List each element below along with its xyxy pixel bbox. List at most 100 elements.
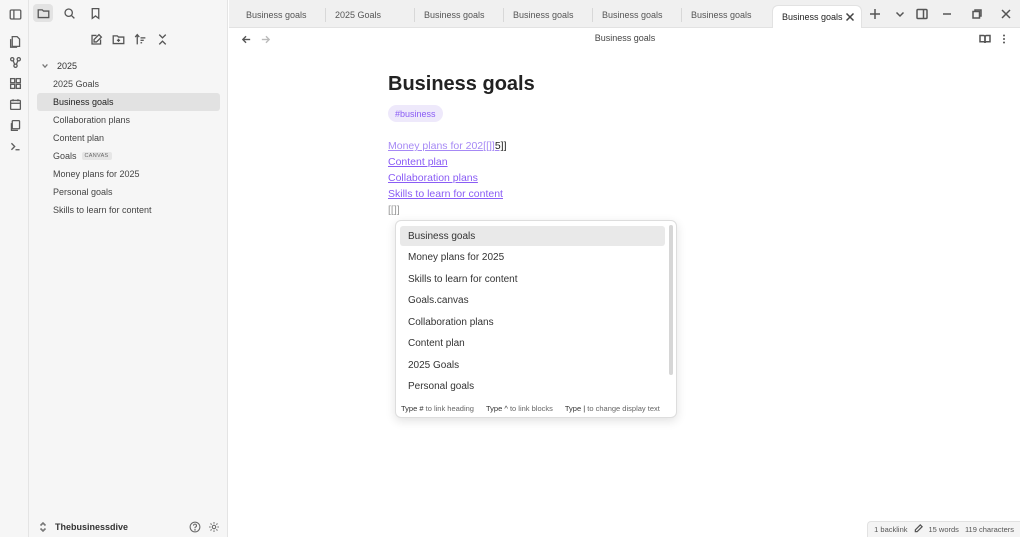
left-ribbon — [0, 0, 29, 537]
collapse-all-icon[interactable] — [155, 32, 169, 46]
templates-icon[interactable] — [7, 117, 23, 133]
new-folder-icon[interactable] — [111, 32, 125, 46]
instruction-heading: Type # to link heading — [401, 404, 474, 413]
suggestion-item[interactable]: Skills to learn for content — [400, 269, 665, 289]
link-input-brackets[interactable]: [[]] — [388, 204, 400, 216]
command-palette-icon[interactable] — [7, 138, 23, 154]
file-explorer-sidebar: 2025 2025 Goals Business goals Collabora… — [29, 0, 228, 537]
suggestion-item[interactable]: Personal goals — [400, 376, 665, 396]
folder-label: 2025 — [57, 61, 78, 71]
backlink-count[interactable]: 1 backlink — [874, 525, 907, 534]
link-suggestion-popup: Business goals Money plans for 2025 Skil… — [395, 220, 677, 418]
close-tab-icon[interactable] — [844, 11, 856, 23]
file-label: 2025 Goals — [53, 79, 100, 89]
status-bar: 1 backlink 15 words 119 characters — [867, 521, 1020, 537]
suggestion-item[interactable]: Goals.canvas — [400, 290, 665, 310]
file-explorer-actions — [89, 32, 169, 46]
tab-label: 2025 Goals — [335, 10, 382, 20]
tab-label: Business goals — [246, 10, 307, 20]
file-label: Business goals — [53, 97, 114, 107]
link-text: Money plans for 202 — [388, 140, 484, 152]
file-label: Content plan — [53, 133, 105, 143]
file-label: Money plans for 2025 — [53, 169, 140, 179]
link-tail: 5]] — [494, 140, 507, 152]
file-tree: 2025 2025 Goals Business goals Collabora… — [37, 57, 220, 219]
file-item-business-goals[interactable]: Business goals — [37, 93, 220, 111]
reading-view-book-icon[interactable] — [978, 32, 992, 46]
word-count: 15 words — [928, 525, 959, 534]
file-label: Skills to learn for content — [53, 205, 152, 215]
note-title[interactable]: Business goals — [388, 73, 535, 96]
internal-link-money-plans[interactable]: Money plans for 202[[]]5]] — [388, 140, 507, 152]
suggestion-item[interactable]: Collaboration plans — [400, 312, 665, 332]
internal-link-skills[interactable]: Skills to learn for content — [388, 188, 503, 200]
sidebar-toggle-icon[interactable] — [7, 6, 23, 22]
file-label: Collaboration plans — [53, 115, 131, 125]
vault-name: Thebusinessdive — [55, 522, 129, 532]
open-quick-switcher-icon[interactable] — [7, 33, 23, 49]
graph-view-icon[interactable] — [7, 54, 23, 70]
tab-label: Business goals — [424, 10, 485, 20]
minimize-window-icon[interactable] — [940, 7, 954, 21]
suggestion-item[interactable]: Money plans for 2025 — [400, 247, 665, 267]
new-note-icon[interactable] — [89, 32, 103, 46]
tab-bar: Business goals 2025 Goals Business goals… — [229, 0, 1020, 28]
tab-business-goals-5[interactable]: Business goals — [682, 8, 771, 22]
character-count: 119 characters — [964, 525, 1014, 534]
suggestion-instructions: Type # to link heading Type ^ to link bl… — [401, 404, 660, 413]
vault-switcher[interactable]: Thebusinessdive — [29, 517, 228, 537]
folder-2025[interactable]: 2025 — [37, 57, 220, 75]
file-item-skills[interactable]: Skills to learn for content — [37, 201, 220, 219]
file-item-2025-goals[interactable]: 2025 Goals — [37, 75, 220, 93]
tab-label: Business goals — [691, 10, 752, 20]
file-label: Goals — [53, 151, 77, 161]
file-type-badge: CANVAS — [81, 152, 112, 160]
file-item-money-plans[interactable]: Money plans for 2025 — [37, 165, 220, 183]
suggestion-item[interactable]: 2025 Goals — [400, 355, 665, 375]
bookmark-icon[interactable] — [85, 4, 105, 22]
tag-pill[interactable]: #business — [388, 105, 443, 122]
link-brackets: [[]] — [483, 140, 495, 152]
suggestion-item[interactable]: Content plan — [400, 333, 665, 353]
tab-label: Business goals — [602, 10, 663, 20]
file-label: Personal goals — [53, 187, 113, 197]
sidebar-tab-strip — [33, 4, 105, 22]
view-header-title[interactable]: Business goals — [560, 33, 690, 43]
instruction-display-text: Type | to change display text — [564, 404, 660, 413]
files-icon[interactable] — [33, 4, 53, 22]
tab-business-goals-4[interactable]: Business goals — [593, 8, 682, 22]
chevron-updown-icon — [39, 522, 49, 532]
right-sidebar-toggle-icon[interactable] — [915, 7, 929, 21]
suggestion-item[interactable]: Business goals — [400, 226, 665, 246]
internal-link-content-plan[interactable]: Content plan — [388, 156, 448, 168]
tab-business-goals-3[interactable]: Business goals — [504, 8, 593, 22]
file-item-personal-goals[interactable]: Personal goals — [37, 183, 220, 201]
canvas-icon[interactable] — [7, 75, 23, 91]
tab-2025-goals[interactable]: 2025 Goals — [326, 8, 415, 22]
search-icon[interactable] — [59, 4, 79, 22]
instruction-blocks: Type ^ to link blocks — [485, 404, 553, 413]
settings-gear-icon[interactable] — [208, 521, 220, 533]
tab-list-chevron-down-icon[interactable] — [893, 7, 907, 21]
tab-label: Business goals — [782, 12, 843, 22]
tab-business-goals-1[interactable]: Business goals — [237, 8, 326, 22]
close-window-icon[interactable] — [999, 7, 1013, 21]
tab-business-goals-active[interactable]: Business goals — [772, 5, 862, 28]
editing-mode-pencil-icon[interactable] — [914, 524, 923, 535]
tab-business-goals-2[interactable]: Business goals — [415, 8, 504, 22]
back-arrow-icon[interactable] — [240, 33, 252, 45]
chevron-down-icon — [41, 62, 51, 70]
more-options-icon[interactable] — [997, 32, 1011, 46]
new-tab-plus-icon[interactable] — [868, 7, 882, 21]
help-icon[interactable] — [189, 521, 201, 533]
restore-window-icon[interactable] — [970, 7, 984, 21]
forward-arrow-icon[interactable] — [259, 33, 271, 45]
sort-icon[interactable] — [133, 32, 147, 46]
file-item-goals-canvas[interactable]: Goals CANVAS — [37, 147, 220, 165]
internal-link-collaboration-plans[interactable]: Collaboration plans — [388, 172, 478, 184]
file-item-content-plan[interactable]: Content plan — [37, 129, 220, 147]
suggestion-scrollbar[interactable] — [669, 225, 673, 375]
daily-note-icon[interactable] — [7, 96, 23, 112]
tab-label: Business goals — [513, 10, 574, 20]
file-item-collaboration-plans[interactable]: Collaboration plans — [37, 111, 220, 129]
